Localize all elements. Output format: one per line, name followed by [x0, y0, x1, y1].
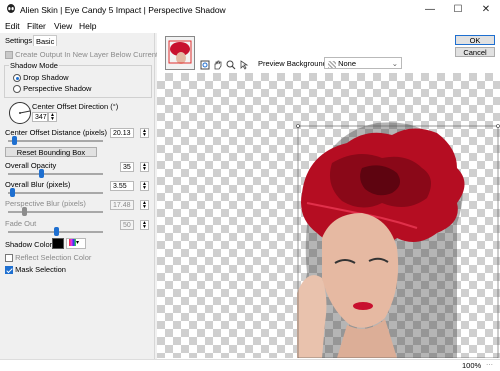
overall-opacity-label: Overall Opacity: [5, 161, 57, 170]
blur-spinner[interactable]: ▲ ▼: [140, 181, 149, 191]
shadow-mode-label: Shadow Mode: [9, 61, 59, 70]
radio-icon: [13, 74, 21, 83]
opacity-spinner[interactable]: ▲ ▼: [140, 162, 149, 172]
color-picker-dropdown[interactable]: ▾: [66, 238, 86, 249]
overall-opacity-slider[interactable]: [39, 169, 45, 178]
menu-help[interactable]: Help: [79, 21, 96, 31]
shadow-color-label: Shadow Color: [5, 240, 53, 249]
minimize-icon[interactable]: —: [416, 0, 444, 19]
close-icon[interactable]: ✕: [472, 0, 500, 19]
checkbox-icon: [5, 266, 13, 275]
center-offset-distance-input[interactable]: 20.13: [110, 128, 134, 138]
preview-image: [296, 122, 500, 358]
status-bar: [0, 359, 500, 371]
menu-filter[interactable]: Filter: [27, 21, 46, 31]
perspective-blur-slider[interactable]: [22, 207, 28, 216]
menu-bar: [0, 19, 500, 33]
fade-out-spinner[interactable]: ▲ ▼: [140, 220, 149, 230]
ok-button[interactable]: OK: [455, 35, 495, 45]
overall-opacity-track: [8, 173, 103, 175]
radio-icon: [13, 85, 21, 94]
perspective-blur-label: Perspective Blur (pixels): [5, 199, 86, 208]
preview-canvas[interactable]: [157, 73, 500, 358]
palette-icon: [69, 239, 76, 246]
alien-skin-logo-icon: [7, 4, 15, 13]
navigator-thumbnail[interactable]: [165, 36, 195, 70]
zoom-fit-icon[interactable]: [200, 60, 210, 70]
checkbox-icon: [5, 51, 13, 60]
direction-dial[interactable]: [8, 101, 32, 125]
menu-edit[interactable]: Edit: [5, 21, 20, 31]
checkbox-icon: [5, 254, 13, 263]
shadow-color-swatch[interactable]: [52, 238, 64, 249]
mask-selection-checkbox[interactable]: Mask Selection: [5, 265, 66, 275]
zoom-tool-icon[interactable]: [226, 60, 236, 70]
resize-grip-icon[interactable]: ⋯: [486, 361, 496, 370]
tab-basic[interactable]: Basic: [33, 35, 58, 46]
center-offset-distance-label: Center Offset Distance (pixels): [5, 128, 107, 137]
zoom-level: 100%: [462, 361, 482, 370]
overall-opacity-input[interactable]: 35: [120, 162, 134, 172]
fade-out-slider[interactable]: [53, 227, 59, 236]
fade-out-input[interactable]: 50: [120, 220, 134, 230]
reset-bounding-box-button[interactable]: Reset Bounding Box: [5, 147, 97, 157]
cancel-button[interactable]: Cancel: [455, 47, 495, 57]
distance-spinner[interactable]: ▲ ▼: [140, 128, 149, 138]
checker-icon: [328, 60, 336, 68]
thumbnail-image: [166, 37, 194, 69]
center-offset-direction-input[interactable]: 347: [32, 112, 48, 122]
perspective-blur-spinner[interactable]: ▲ ▼: [140, 200, 149, 210]
perspective-shadow-radio[interactable]: Perspective Shadow: [13, 84, 91, 94]
create-output-checkbox[interactable]: Create Output In New Layer Below Current: [5, 50, 158, 60]
menu-view[interactable]: View: [54, 21, 72, 31]
overall-blur-slider[interactable]: [9, 188, 15, 197]
hand-tool-icon[interactable]: [213, 60, 223, 70]
center-offset-direction-label: Center Offset Direction (°): [32, 102, 119, 111]
preview-background-label: Preview Background:: [258, 59, 329, 68]
fade-out-label: Fade Out: [5, 219, 37, 228]
overall-blur-input[interactable]: 3.55: [110, 181, 134, 191]
center-offset-distance-track: [8, 140, 103, 142]
perspective-blur-input[interactable]: 17.48: [110, 200, 134, 210]
overall-blur-label: Overall Blur (pixels): [5, 180, 71, 189]
maximize-icon[interactable]: ☐: [444, 0, 472, 19]
direction-spinner[interactable]: ▲ ▼: [48, 112, 57, 122]
window-title: Alien Skin | Eye Candy 5 Impact | Perspe…: [20, 5, 226, 15]
overall-blur-track: [8, 192, 103, 194]
drop-shadow-radio[interactable]: Drop Shadow: [13, 73, 69, 83]
preview-background-select[interactable]: None ⌄: [324, 57, 402, 69]
tab-settings[interactable]: Settings: [3, 35, 34, 46]
chevron-down-icon: ⌄: [391, 59, 398, 68]
reflect-selection-color-checkbox[interactable]: Reflect Selection Color: [5, 253, 91, 263]
center-offset-distance-slider[interactable]: [11, 136, 17, 145]
select-tool-icon[interactable]: [239, 60, 249, 70]
